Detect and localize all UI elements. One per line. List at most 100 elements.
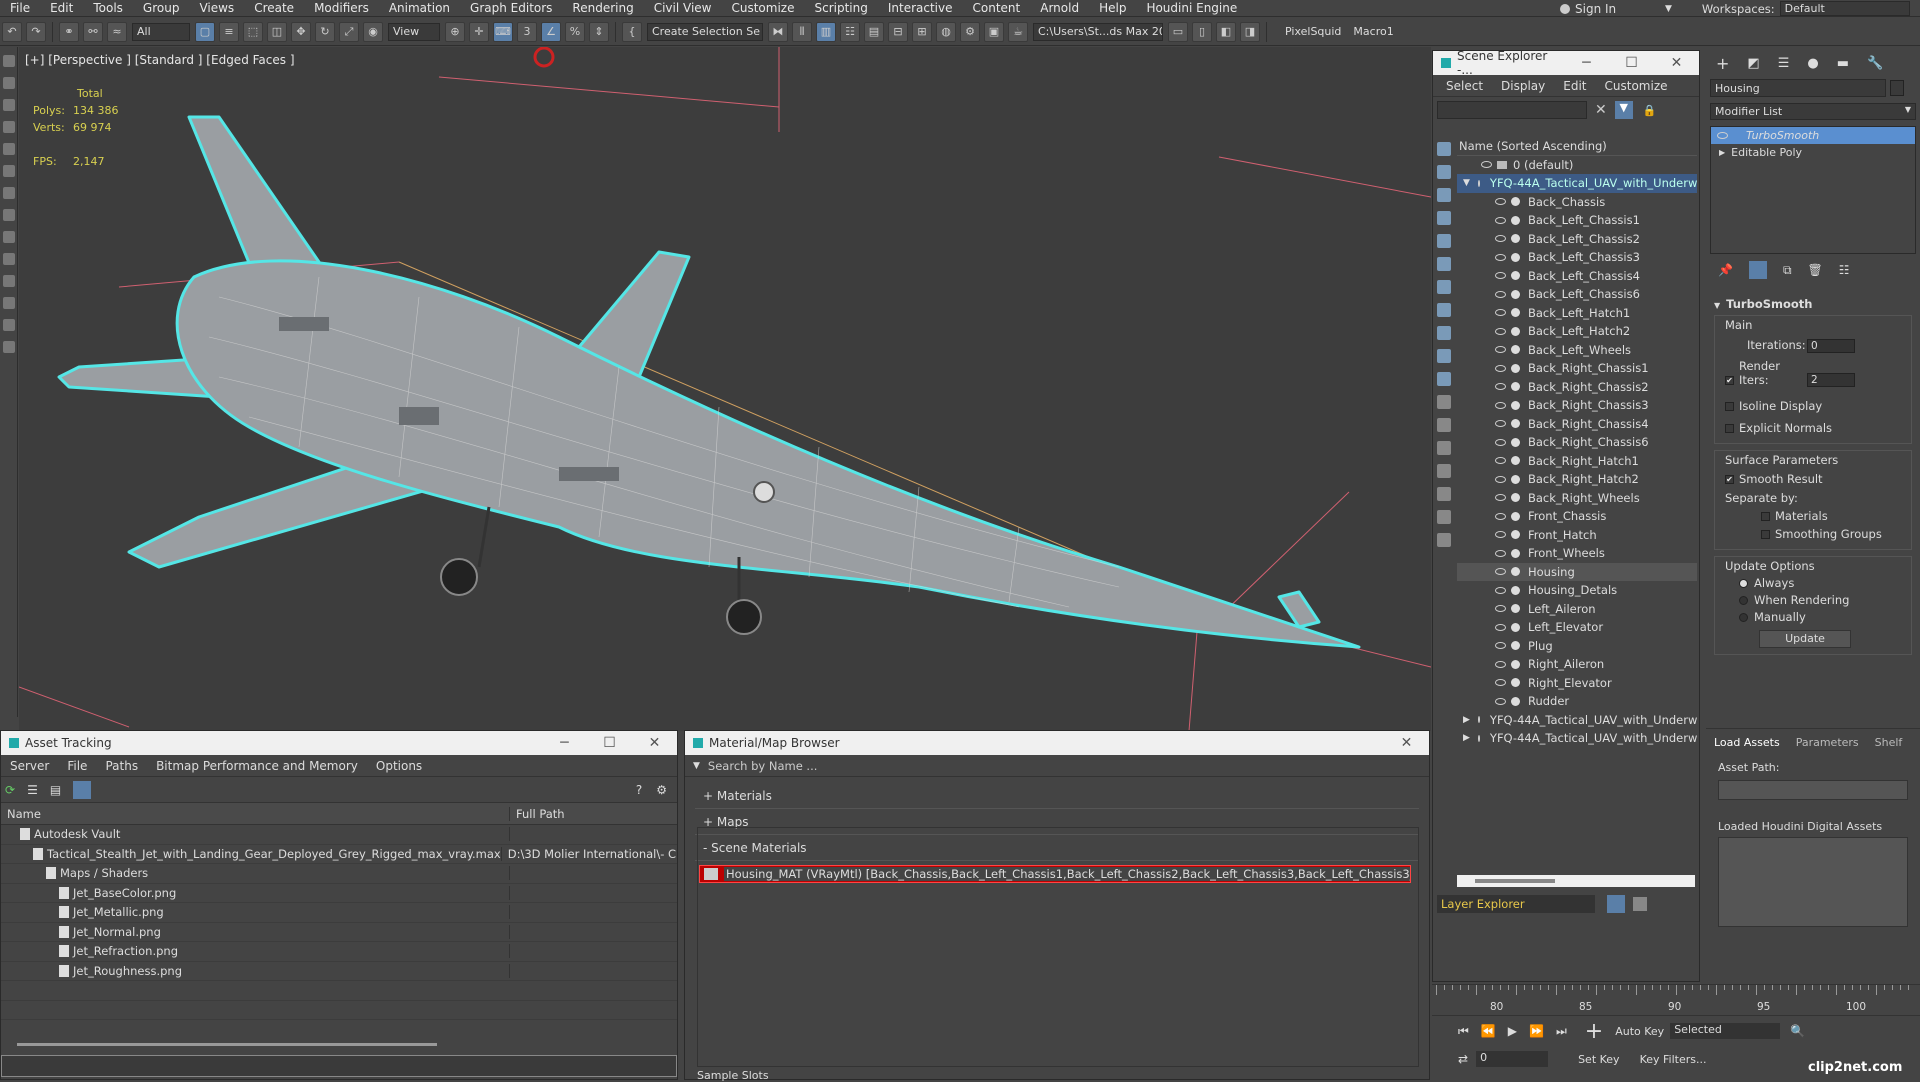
table-row[interactable]: Autodesk Vault — [1, 825, 677, 845]
hierarchy-icon[interactable] — [1633, 897, 1647, 911]
menu-item-arnold[interactable]: Arnold — [1030, 1, 1089, 15]
layer-sort-icon[interactable] — [1607, 895, 1625, 913]
keyboard-shortcut-icon[interactable]: ⌨ — [493, 21, 513, 42]
filter-icon[interactable] — [1437, 464, 1451, 478]
tree-row-object[interactable]: Back_Left_Chassis1 — [1457, 211, 1697, 230]
open-folder-icon[interactable]: ▯ — [1192, 21, 1212, 42]
set-key-big-icon[interactable]: + — [1585, 1019, 1603, 1044]
eye-icon[interactable] — [1495, 364, 1506, 372]
rollout-title[interactable]: ▼ TurboSmooth — [1714, 297, 1912, 311]
render-setup-icon[interactable]: ⚙ — [960, 21, 980, 42]
chevron-down-icon[interactable]: ▼ — [693, 761, 700, 771]
se-menu-edit[interactable]: Edit — [1554, 79, 1595, 93]
settings-icon[interactable]: ⚙ — [656, 783, 667, 797]
table-row[interactable]: Tactical_Stealth_Jet_with_Landing_Gear_D… — [1, 845, 677, 864]
material-search-input[interactable]: Search by Name ... — [708, 759, 817, 773]
menu-item-views[interactable]: Views — [189, 1, 244, 15]
tool-icon[interactable] — [3, 165, 15, 177]
houdini-tab-load-assets[interactable]: Load Assets — [1706, 736, 1788, 749]
stack-item-editable-poly[interactable]: ▶ Editable Poly — [1711, 144, 1915, 161]
schematic-view-icon[interactable]: ⊞ — [912, 21, 932, 42]
eye-icon[interactable] — [1495, 457, 1506, 465]
thumbnail-icon[interactable]: ▤ — [50, 783, 61, 797]
tool-icon[interactable] — [3, 55, 15, 67]
filter-icon[interactable] — [1437, 280, 1451, 294]
eye-icon[interactable] — [1495, 531, 1506, 539]
toggle-layer-explorer-icon[interactable]: ☷ — [840, 21, 860, 42]
pin-stack-icon[interactable]: 📌 — [1718, 263, 1733, 277]
tool-icon[interactable] — [3, 121, 15, 133]
table-row[interactable]: Maps / Shaders — [1, 864, 677, 884]
eye-icon[interactable] — [1495, 346, 1506, 354]
filter-icon[interactable] — [1437, 142, 1451, 156]
menu-item-tools[interactable]: Tools — [83, 1, 133, 15]
mirror-icon[interactable]: ⧓ — [768, 21, 788, 42]
eye-icon[interactable] — [1495, 679, 1506, 687]
tree-row-object[interactable]: Front_Chassis — [1457, 507, 1697, 526]
eye-icon[interactable] — [1495, 549, 1506, 557]
select-by-name-icon[interactable]: ≡ — [219, 21, 239, 42]
object-color-swatch[interactable] — [1890, 80, 1904, 96]
manually-radio[interactable] — [1739, 613, 1748, 622]
timeline-ruler[interactable]: 80 85 90 95 100 — [1432, 984, 1920, 1016]
eye-icon[interactable] — [1477, 179, 1480, 187]
tree-row-object[interactable]: Right_Aileron — [1457, 655, 1697, 674]
close-icon[interactable]: ✕ — [1384, 735, 1429, 751]
filter-icon[interactable] — [1437, 257, 1451, 271]
named-selection-dropdown[interactable]: Create Selection Se — [647, 22, 763, 41]
viewport-label[interactable]: [+] [Perspective ] [Standard ] [Edged Fa… — [25, 53, 295, 67]
col-path-header[interactable]: Full Path — [510, 807, 565, 821]
eye-icon[interactable] — [1477, 716, 1480, 724]
explicit-normals-checkbox[interactable] — [1725, 424, 1734, 433]
eye-icon[interactable] — [1495, 420, 1506, 428]
tree-row-object[interactable]: Back_Left_Chassis2 — [1457, 230, 1697, 249]
percent-snap-icon[interactable]: % — [565, 21, 585, 42]
sign-in-button[interactable]: Sign In — [1575, 2, 1665, 16]
table-row[interactable]: Jet_Roughness.png — [1, 962, 677, 981]
undo-icon[interactable]: ↶ — [2, 21, 22, 42]
menu-item-file[interactable]: File — [0, 1, 40, 15]
go-to-end-icon[interactable]: ⏭ — [1556, 1024, 1567, 1039]
render-icon[interactable]: ☕ — [1008, 21, 1028, 42]
scene-explorer-hscrollbar[interactable] — [1457, 875, 1695, 887]
asset-tracking-titlebar[interactable]: Asset Tracking ─ ☐ ✕ — [1, 731, 677, 755]
at-menu-file[interactable]: File — [58, 759, 96, 773]
tree-row-object[interactable]: Back_Left_Hatch1 — [1457, 304, 1697, 323]
tree-row-object[interactable]: Back_Right_Chassis2 — [1457, 378, 1697, 397]
tree-column-header[interactable]: Name (Sorted Ascending) — [1457, 137, 1697, 156]
project-path-dropdown[interactable]: C:\Users\St...ds Max 202( — [1033, 22, 1163, 41]
macro1-button[interactable]: Macro1 — [1353, 25, 1393, 38]
at-menu-bitmap-performance-and-memory[interactable]: Bitmap Performance and Memory — [147, 759, 367, 773]
create-tab-icon[interactable]: + — [1716, 54, 1729, 73]
curve-editor-icon[interactable]: ⊟ — [888, 21, 908, 42]
auto-key-button[interactable]: Auto Key — [1615, 1025, 1664, 1038]
tree-row-object[interactable]: Left_Elevator — [1457, 618, 1697, 637]
col-name-header[interactable]: Name — [1, 806, 510, 821]
place-icon[interactable]: ◉ — [363, 21, 383, 42]
scene-explorer-titlebar[interactable]: Scene Explorer -... ─ ☐ ✕ — [1433, 49, 1699, 77]
smoothing-groups-checkbox[interactable] — [1761, 530, 1770, 539]
reference-coord-dropdown[interactable]: View — [388, 22, 440, 41]
eye-icon[interactable] — [1495, 235, 1506, 243]
tool-icon[interactable] — [3, 77, 15, 89]
layer-explorer-dropdown[interactable]: Layer Explorer — [1437, 895, 1595, 913]
material-browser-titlebar[interactable]: Material/Map Browser ✕ — [685, 731, 1429, 755]
filter-icon[interactable] — [1437, 349, 1451, 363]
tree-row-object[interactable]: Right_Elevator — [1457, 674, 1697, 693]
menu-item-customize[interactable]: Customize — [721, 1, 804, 15]
tool-icon[interactable] — [3, 99, 15, 111]
tree-row-default-layer[interactable]: 0 (default) — [1457, 156, 1697, 175]
snaps-icon[interactable]: 3 — [517, 21, 537, 42]
play-icon[interactable]: ▶ — [1508, 1024, 1517, 1038]
tree-row-object[interactable]: Back_Right_Wheels — [1457, 489, 1697, 508]
eye-icon[interactable] — [1495, 327, 1506, 335]
spinner-snap-icon[interactable]: ⇕ — [589, 21, 609, 42]
select-manipulate-icon[interactable]: ✛ — [469, 21, 489, 42]
table-row[interactable]: Jet_Normal.png — [1, 923, 677, 942]
tree-row-object[interactable]: Back_Left_Chassis4 — [1457, 267, 1697, 286]
ribbon-icon[interactable]: ▤ — [864, 21, 884, 42]
window-crossing-icon[interactable]: ◫ — [267, 21, 287, 42]
go-to-start-icon[interactable]: ⏮ — [1458, 1024, 1469, 1039]
zoom-icon[interactable]: 🔍 — [1790, 1024, 1805, 1038]
pixelsquid-button[interactable]: PixelSquid — [1285, 25, 1341, 38]
